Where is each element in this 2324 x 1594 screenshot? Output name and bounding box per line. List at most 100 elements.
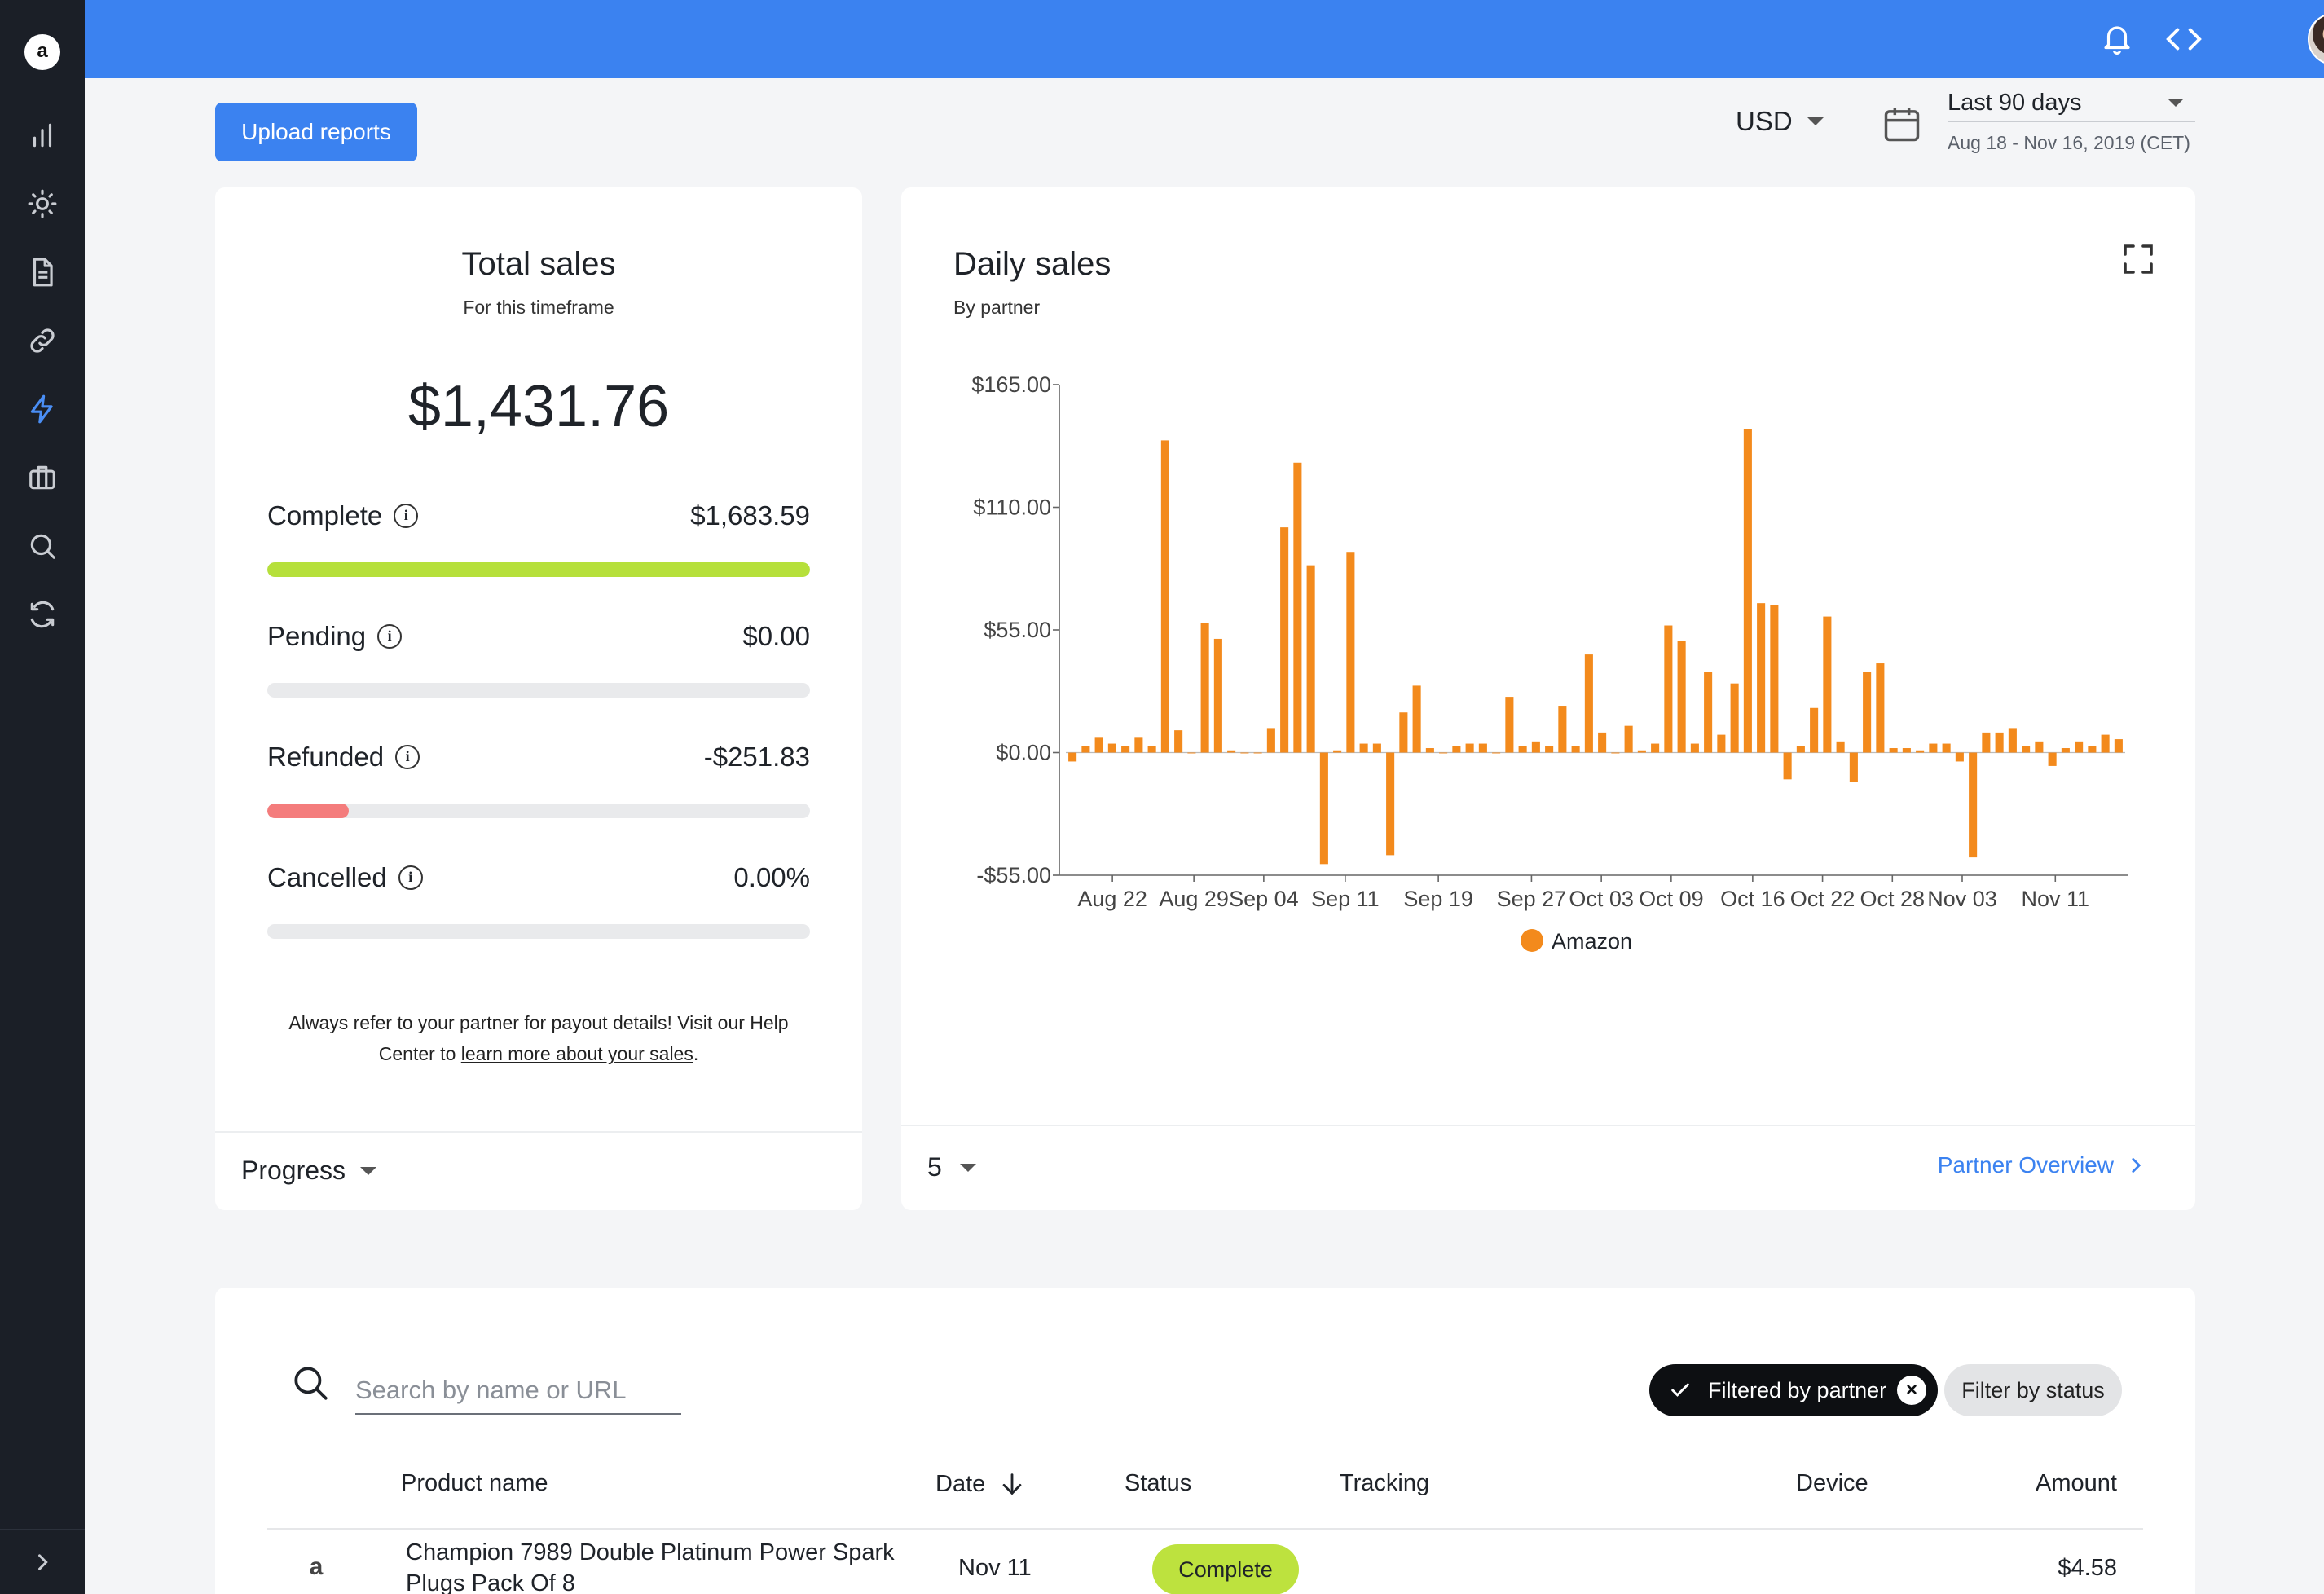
bar — [1319, 752, 1328, 865]
bar — [1227, 750, 1236, 753]
code-icon — [2166, 28, 2202, 51]
divider — [215, 1131, 862, 1133]
bar — [1107, 743, 1116, 753]
bar — [1982, 732, 1991, 753]
bar — [1333, 750, 1342, 753]
metric-cancelled: Cancelled i 0.00% — [267, 862, 810, 939]
bar — [1200, 623, 1209, 753]
bar — [2101, 734, 2110, 753]
table-header-divider — [267, 1528, 2143, 1530]
sidebar-item-reports[interactable] — [21, 114, 64, 156]
sun-icon — [28, 189, 57, 218]
bar — [1280, 527, 1289, 753]
sidebar-item-sales[interactable] — [21, 388, 64, 430]
calendar-icon[interactable] — [1881, 103, 1923, 145]
column-header-date-label: Date — [935, 1470, 986, 1497]
column-header-device[interactable]: Device — [1796, 1470, 1868, 1497]
metric-complete: Complete i $1,683.59 — [267, 500, 810, 577]
metric-value: $0.00 — [742, 621, 810, 651]
info-icon[interactable]: i — [395, 745, 420, 769]
document-icon — [33, 258, 53, 287]
briefcase-icon — [29, 465, 55, 490]
refresh-icon — [30, 601, 55, 628]
column-header-status[interactable]: Status — [1125, 1470, 1191, 1497]
app-logo[interactable]: a — [24, 34, 60, 70]
embed-code-button[interactable] — [2163, 18, 2205, 60]
sidebar-item-documents[interactable] — [21, 251, 64, 293]
sidebar-item-links[interactable] — [21, 319, 64, 362]
notifications-button[interactable] — [2096, 18, 2138, 60]
bar — [1293, 462, 1302, 753]
filter-by-status-chip[interactable]: Filter by status — [1944, 1364, 2122, 1416]
bar — [1704, 672, 1713, 753]
avatar[interactable] — [2308, 13, 2324, 65]
divider — [901, 1125, 2195, 1126]
bar — [1823, 616, 1832, 753]
bar — [2035, 741, 2044, 753]
bar — [1147, 746, 1156, 753]
filtered-by-partner-chip[interactable]: Filtered by partner × — [1649, 1364, 1938, 1416]
search-icon — [30, 534, 55, 559]
bar — [1664, 625, 1673, 753]
currency-dropdown[interactable]: USD — [1736, 106, 1824, 137]
sidebar-expand-button[interactable] — [0, 1529, 85, 1594]
clear-filter-icon[interactable]: × — [1897, 1376, 1926, 1405]
row-date: Nov 11 — [958, 1555, 1032, 1581]
bar — [1849, 752, 1858, 782]
progress-bar — [267, 562, 810, 577]
partner-overview-link[interactable]: Partner Overview — [1938, 1152, 2146, 1178]
bar — [1955, 752, 1964, 762]
x-tick-label: Nov 11 — [2022, 887, 2090, 911]
bar — [1584, 654, 1593, 753]
bar — [1995, 732, 2004, 753]
info-icon[interactable]: i — [398, 865, 423, 890]
column-header-date[interactable]: Date — [935, 1470, 1026, 1498]
bar — [1068, 752, 1077, 762]
column-header-tracking[interactable]: Tracking — [1340, 1470, 1429, 1497]
learn-more-link[interactable]: learn more about your sales — [461, 1043, 693, 1064]
upload-reports-button[interactable]: Upload reports — [215, 103, 417, 161]
bar — [1717, 734, 1726, 753]
metric-label: Refunded — [267, 742, 385, 772]
x-tick-label: Oct 03 — [1569, 887, 1634, 911]
bar — [2088, 746, 2097, 753]
column-header-product[interactable]: Product name — [401, 1470, 548, 1497]
check-icon — [1671, 1383, 1689, 1397]
search-input[interactable] — [355, 1367, 681, 1415]
bar — [1651, 743, 1660, 753]
bar — [1916, 750, 1925, 753]
bar — [1810, 707, 1819, 753]
bar — [2075, 741, 2084, 753]
metric-pending: Pending i $0.00 — [267, 621, 810, 698]
sidebar-item-sync[interactable] — [21, 593, 64, 636]
chevron-down-icon — [1807, 117, 1824, 125]
chevron-down-icon — [2168, 99, 2184, 107]
date-range-select[interactable]: Last 90 days — [1948, 85, 2195, 122]
lightning-icon — [30, 394, 53, 424]
progress-dropdown[interactable]: Progress — [241, 1156, 377, 1186]
bar — [1452, 746, 1461, 753]
rows-per-page-value: 5 — [927, 1152, 942, 1182]
bar — [1902, 748, 1911, 753]
sidebar-item-insights[interactable] — [21, 183, 64, 225]
date-range-picker[interactable]: Last 90 days Aug 18 - Nov 16, 2019 (CET) — [1948, 85, 2195, 154]
status-badge: Complete — [1152, 1544, 1299, 1594]
column-header-amount[interactable]: Amount — [2036, 1470, 2117, 1497]
sidebar-item-partners[interactable] — [21, 456, 64, 499]
metric-value: $1,683.59 — [690, 500, 810, 531]
metric-value: 0.00% — [733, 862, 810, 892]
bar — [1372, 743, 1381, 753]
info-icon[interactable]: i — [377, 624, 403, 649]
partner-overview-label: Partner Overview — [1937, 1152, 2114, 1178]
bar — [1863, 672, 1872, 753]
bar — [1094, 737, 1103, 753]
chevron-right-icon — [2132, 1158, 2141, 1173]
bar — [1412, 685, 1421, 753]
bar — [1266, 728, 1275, 753]
info-icon[interactable]: i — [394, 504, 419, 528]
x-tick-label: Oct 09 — [1639, 887, 1704, 911]
sidebar-item-search[interactable] — [21, 525, 64, 567]
bar — [1558, 706, 1567, 753]
product-name[interactable]: Champion 7989 Double Platinum Power Spar… — [406, 1537, 895, 1594]
rows-per-page-dropdown[interactable]: 5 — [927, 1152, 976, 1182]
